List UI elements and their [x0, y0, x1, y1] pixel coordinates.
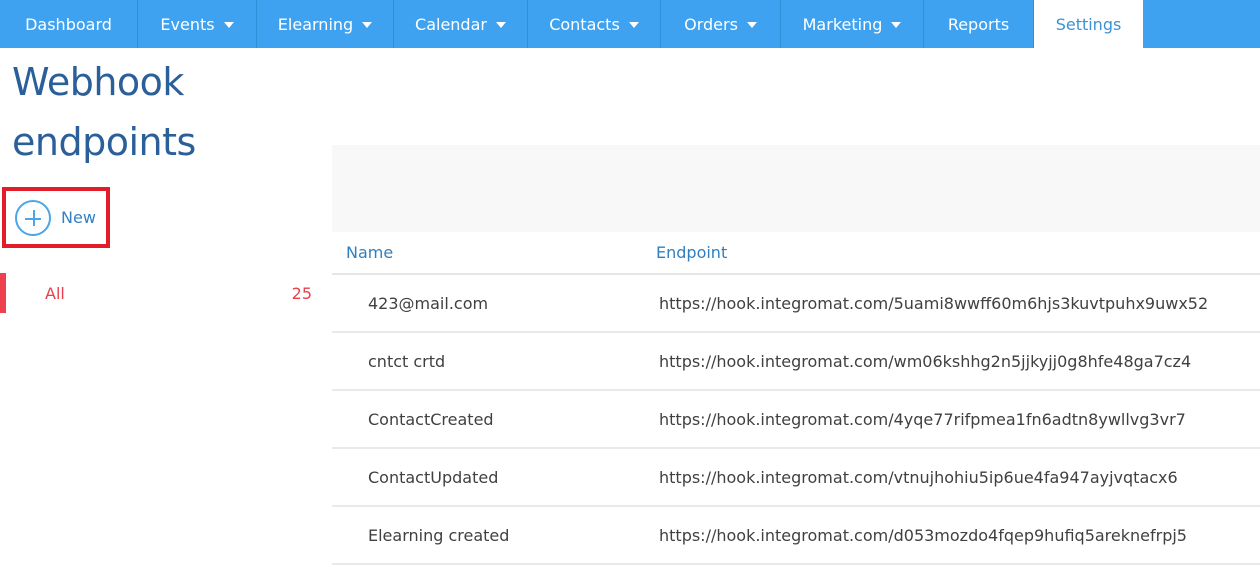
table-row[interactable]: Elearning created https://hook.integroma… — [332, 507, 1260, 565]
webhook-endpoint: https://hook.integromat.com/d053mozdo4fq… — [659, 525, 1187, 545]
nav-reports[interactable]: Reports — [924, 0, 1034, 48]
table-row[interactable]: ContactCreated https://hook.integromat.c… — [332, 391, 1260, 449]
plus-circle-icon — [15, 199, 51, 236]
new-webhook-button[interactable]: New — [2, 187, 110, 248]
page-title: Webhook endpoints — [12, 60, 196, 164]
nav-label: Events — [160, 14, 215, 34]
filter-all[interactable]: All 25 — [0, 273, 318, 313]
webhook-endpoint: https://hook.integromat.com/vtnujhohiu5i… — [659, 467, 1178, 487]
caret-down-icon — [628, 22, 639, 28]
column-header-endpoint[interactable]: Endpoint — [656, 243, 727, 262]
webhook-name: Elearning created — [368, 525, 510, 545]
nav-orders[interactable]: Orders — [661, 0, 781, 48]
nav-settings[interactable]: Settings — [1034, 0, 1143, 48]
caret-down-icon — [362, 22, 373, 28]
nav-label: Reports — [947, 14, 1010, 34]
filter-count-badge: 25 — [291, 283, 312, 303]
table-header: Name Endpoint — [332, 232, 1260, 275]
webhook-name: ContactUpdated — [368, 467, 499, 487]
nav-marketing[interactable]: Marketing — [781, 0, 924, 48]
webhook-table: Name Endpoint 423@mail.com https://hook.… — [332, 232, 1260, 565]
new-button-label: New — [61, 208, 96, 227]
webhook-name: 423@mail.com — [368, 293, 489, 313]
nav-elearning[interactable]: Elearning — [257, 0, 394, 48]
webhook-endpoint: https://hook.integromat.com/wm06kshhg2n5… — [659, 351, 1192, 371]
nav-events[interactable]: Events — [138, 0, 257, 48]
table-row[interactable]: 423@mail.com https://hook.integromat.com… — [332, 275, 1260, 333]
nav-calendar[interactable]: Calendar — [394, 0, 528, 48]
nav-label: Orders — [684, 14, 738, 34]
table-row[interactable]: ContactUpdated https://hook.integromat.c… — [332, 449, 1260, 507]
filter-label: All — [45, 283, 65, 303]
webhook-name: cntct crtd — [368, 351, 446, 371]
caret-down-icon — [223, 22, 234, 28]
caret-down-icon — [746, 22, 757, 28]
nav-label: Settings — [1055, 14, 1122, 34]
webhook-endpoint: https://hook.integromat.com/4yqe77rifpme… — [659, 409, 1186, 429]
caret-down-icon — [495, 22, 506, 28]
nav-dashboard[interactable]: Dashboard — [0, 0, 138, 48]
nav-label: Elearning — [277, 14, 354, 34]
nav-label: Calendar — [415, 14, 487, 34]
caret-down-icon — [891, 22, 902, 28]
table-toolbar-area — [332, 145, 1260, 232]
webhook-name: ContactCreated — [368, 409, 494, 429]
top-navigation: Dashboard Events Elearning Calendar Cont… — [0, 0, 1260, 48]
nav-label: Dashboard — [25, 14, 112, 34]
nav-contacts[interactable]: Contacts — [528, 0, 661, 48]
column-header-name[interactable]: Name — [332, 243, 656, 262]
nav-label: Marketing — [802, 14, 883, 34]
table-row[interactable]: cntct crtd https://hook.integromat.com/w… — [332, 333, 1260, 391]
nav-label: Contacts — [549, 14, 620, 34]
webhook-endpoint: https://hook.integromat.com/5uami8wwff60… — [659, 293, 1209, 313]
